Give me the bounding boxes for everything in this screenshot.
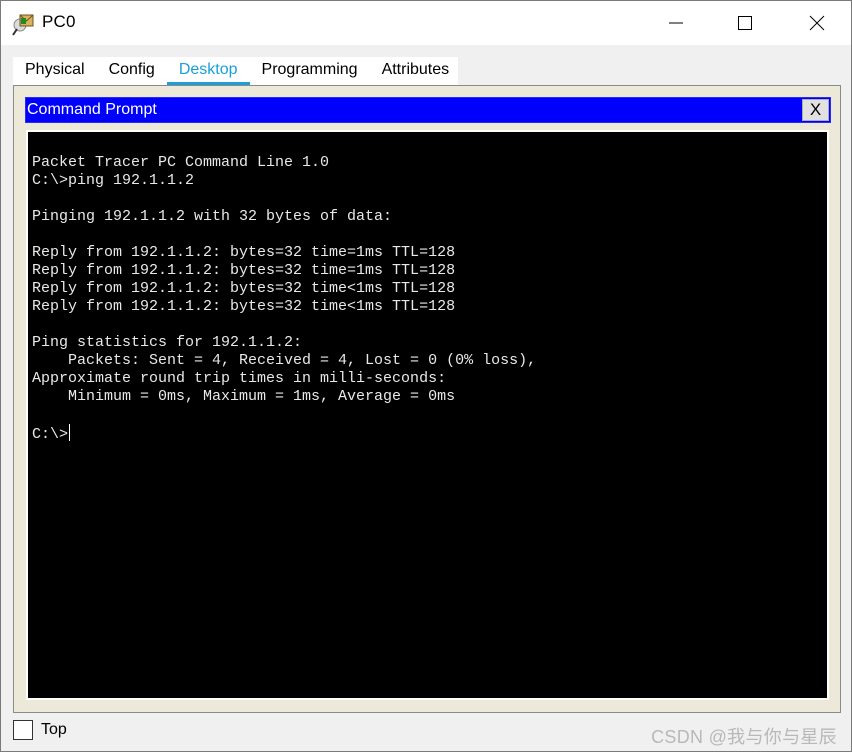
terminal-output[interactable]: Packet Tracer PC Command Line 1.0 C:\>pin…: [26, 130, 829, 700]
command-prompt-title: Command Prompt: [27, 101, 157, 118]
window-title: PC0: [42, 12, 76, 31]
command-prompt-header: Command Prompt X: [25, 97, 831, 123]
maximize-icon: [738, 16, 752, 30]
tab-programming[interactable]: Programming: [250, 57, 370, 85]
terminal-line: Reply from 192.1.1.2: bytes=32 time<1ms …: [32, 298, 456, 315]
tab-attributes[interactable]: Attributes: [370, 57, 462, 85]
pc0-window: PC0 Physical Config Desktop Programming …: [0, 0, 852, 752]
maximize-button[interactable]: [722, 1, 768, 45]
terminal-line: Reply from 192.1.1.2: bytes=32 time=1ms …: [32, 244, 456, 261]
close-icon: [809, 15, 825, 31]
top-checkbox-label: Top: [41, 721, 67, 738]
terminal-line: Reply from 192.1.1.2: bytes=32 time<1ms …: [32, 280, 456, 297]
terminal-prompt-line[interactable]: C:\>: [32, 424, 827, 443]
desktop-panel: Command Prompt X Packet Tracer PC Comman…: [13, 85, 841, 713]
terminal-line: Minimum = 0ms, Maximum = 1ms, Average = …: [32, 388, 456, 405]
terminal-line: Reply from 192.1.1.2: bytes=32 time=1ms …: [32, 262, 456, 279]
top-checkbox[interactable]: [13, 720, 33, 740]
terminal-line: Packets: Sent = 4, Received = 4, Lost = …: [32, 352, 537, 369]
watermark: CSDN @我与你与星辰: [651, 727, 837, 747]
terminal-line: Packet Tracer PC Command Line 1.0: [32, 154, 330, 171]
terminal-prompt: C:\>: [32, 426, 69, 443]
terminal-line: Ping statistics for 192.1.1.2:: [32, 334, 303, 351]
command-prompt-close-button[interactable]: X: [802, 99, 829, 121]
title-bar[interactable]: PC0: [1, 1, 851, 45]
close-window-button[interactable]: [794, 1, 840, 45]
terminal-line: Pinging 192.1.1.2 with 32 bytes of data:: [32, 208, 393, 225]
tab-physical[interactable]: Physical: [13, 57, 97, 85]
text-cursor: [69, 424, 71, 441]
minimize-icon: [669, 22, 683, 24]
terminal-line: C:\>ping 192.1.1.2: [32, 172, 195, 189]
tab-bar: Physical Config Desktop Programming Attr…: [13, 57, 458, 85]
packet-tracer-pc-icon: [12, 12, 36, 36]
minimize-button[interactable]: [653, 1, 699, 45]
terminal-line: Approximate round trip times in milli-se…: [32, 370, 447, 387]
tab-config[interactable]: Config: [97, 57, 167, 85]
tab-desktop[interactable]: Desktop: [166, 57, 250, 85]
